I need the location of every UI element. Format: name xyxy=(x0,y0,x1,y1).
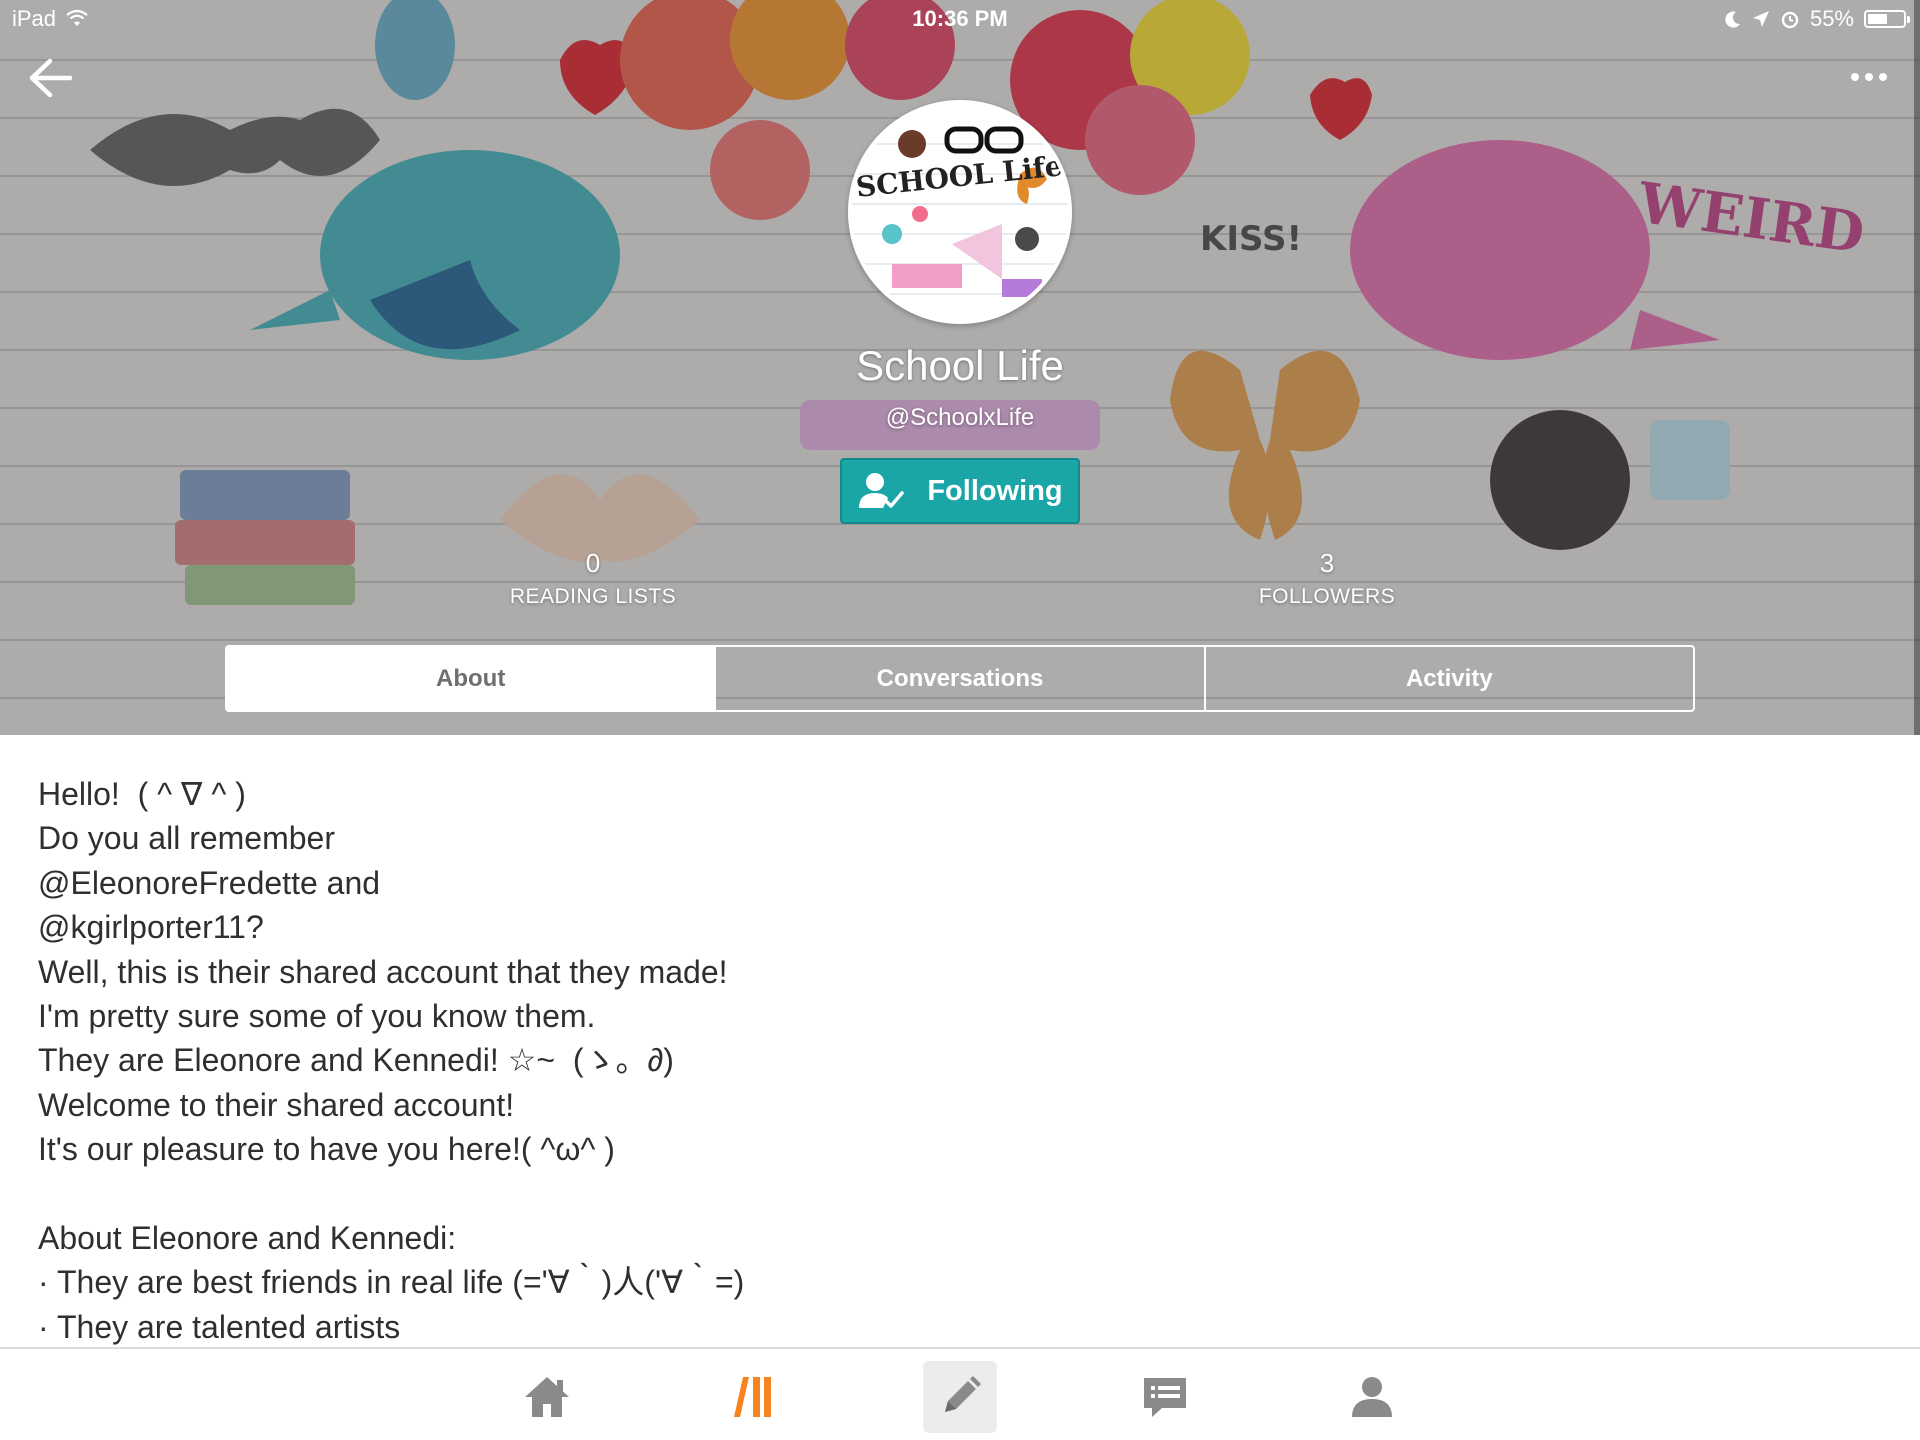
user-check-icon xyxy=(859,473,905,508)
status-bar: iPad 10:36 PM 55% xyxy=(0,0,1920,40)
back-arrow-icon xyxy=(29,58,73,98)
followers-label: FOLLOWERS xyxy=(1258,585,1396,608)
library-icon xyxy=(734,1377,771,1417)
about-line: @EleonoreFredette and xyxy=(38,864,381,901)
followers-count: 3 xyxy=(1319,548,1335,578)
about-line: Well, this is their shared account that … xyxy=(38,953,728,990)
reading-lists-label: READING LISTS xyxy=(509,585,677,608)
following-button[interactable]: Following xyxy=(840,458,1080,524)
about-line: About Eleonore and Kennedi: xyxy=(38,1219,457,1256)
status-right: 55% xyxy=(1724,6,1910,32)
more-options-button[interactable] xyxy=(1844,62,1894,92)
about-line: It's our pleasure to have you here!( ^ω^… xyxy=(38,1131,615,1168)
profile-avatar: SCHOOL Life xyxy=(848,100,1072,324)
tab-conversations[interactable]: Conversations xyxy=(714,647,1203,710)
profile-header-banner: WEIRD KISS! iPad 10:36 PM 55% SCHOOL Lif… xyxy=(0,0,1920,735)
about-line: Hello! ( ^ ∇ ^ ) xyxy=(38,776,246,812)
profile-icon xyxy=(1352,1377,1392,1417)
home-icon xyxy=(525,1377,569,1417)
about-line: They are Eleonore and Kennedi! ☆~ (ゝ。∂) xyxy=(38,1042,674,1079)
following-label: Following xyxy=(927,474,1063,507)
moon-icon xyxy=(1725,11,1740,28)
about-line: · They are talented artists xyxy=(38,1308,401,1345)
profile-tabs: About Conversations Activity xyxy=(225,645,1695,712)
ellipsis-icon xyxy=(1851,73,1887,81)
avatar-image: SCHOOL Life xyxy=(852,104,1068,320)
nav-library[interactable] xyxy=(717,1361,791,1433)
tab-about[interactable]: About xyxy=(227,647,715,710)
nav-profile[interactable] xyxy=(1335,1361,1409,1433)
bottom-navigation xyxy=(0,1347,1920,1440)
reading-lists-stat[interactable]: 0 READING LISTS xyxy=(463,548,723,609)
about-line: Do you all remember xyxy=(38,820,335,857)
about-line: @kgirlporter11? xyxy=(38,909,264,946)
pencil-icon xyxy=(945,1376,981,1412)
app-root: WEIRD KISS! iPad 10:36 PM 55% SCHOOL Lif… xyxy=(0,0,1920,1440)
about-line xyxy=(38,1172,1878,1216)
battery-icon xyxy=(1864,10,1910,28)
about-line: Welcome to their shared account! xyxy=(38,1086,515,1123)
status-time: 10:36 PM xyxy=(912,6,1008,31)
reading-lists-count: 0 xyxy=(585,548,601,578)
nav-messages[interactable] xyxy=(1128,1361,1202,1433)
about-description: Hello! ( ^ ∇ ^ ) Do you all remember @El… xyxy=(38,772,1878,1349)
profile-handle: @SchoolxLife xyxy=(885,404,1035,431)
battery-percentage: 55% xyxy=(1809,6,1854,31)
messages-icon xyxy=(1144,1378,1186,1417)
alarm-icon xyxy=(1781,11,1799,29)
nav-write[interactable] xyxy=(923,1361,997,1433)
back-button[interactable] xyxy=(26,56,76,100)
about-line: I'm pretty sure some of you know them. xyxy=(38,997,596,1034)
about-line: · They are best friends in real life (='… xyxy=(38,1264,745,1301)
nav-home[interactable] xyxy=(510,1361,584,1433)
followers-stat[interactable]: 3 FOLLOWERS xyxy=(1197,548,1457,609)
tab-activity[interactable]: Activity xyxy=(1203,647,1693,710)
profile-name: School Life xyxy=(856,342,1064,389)
location-arrow-icon xyxy=(1752,11,1769,27)
